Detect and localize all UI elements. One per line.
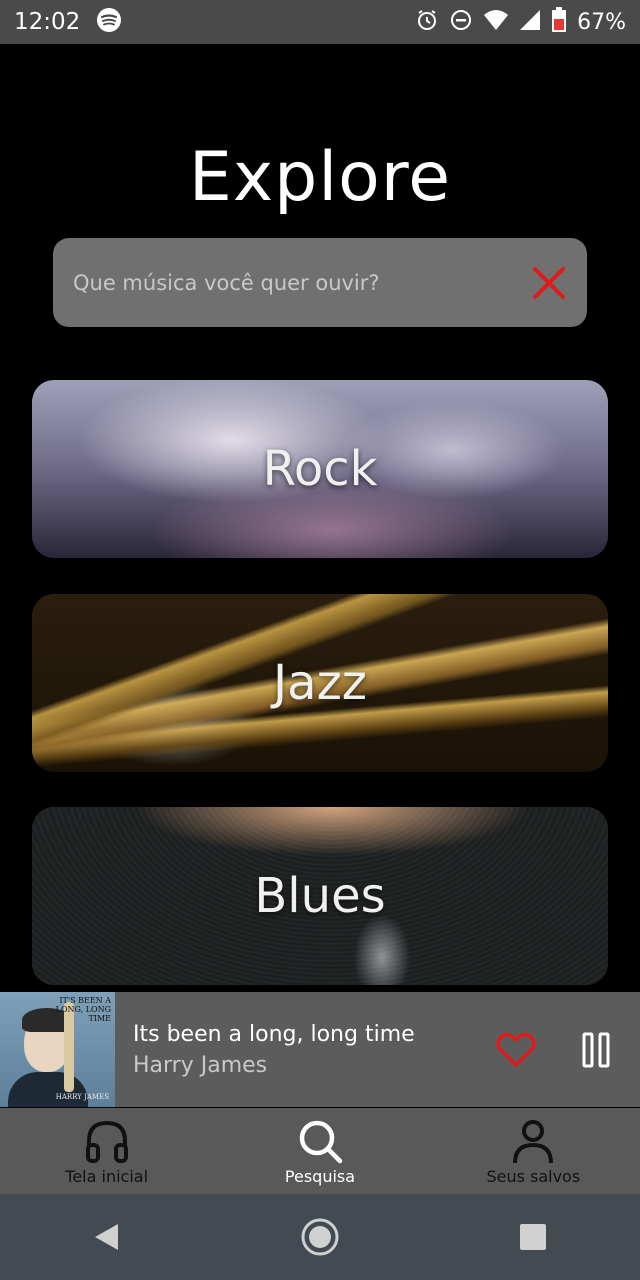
system-navigation-bar	[0, 1194, 640, 1280]
genre-label: Rock	[262, 441, 378, 497]
page-title: Explore	[188, 138, 452, 217]
alarm-icon	[415, 8, 439, 36]
signal-icon	[519, 9, 541, 35]
battery-icon	[551, 7, 567, 37]
battery-percent: 67%	[577, 9, 626, 35]
wifi-icon	[483, 9, 509, 35]
nav-label: Tela inicial	[65, 1166, 149, 1186]
user-icon	[513, 1119, 554, 1163]
favorite-button[interactable]	[486, 1020, 546, 1080]
nav-item-saved[interactable]: Seus salvos	[443, 1117, 623, 1186]
status-bar: 12:02 67%	[0, 0, 640, 44]
track-info: Its been a long, long time Harry James	[115, 1022, 486, 1078]
genre-card-jazz[interactable]: Jazz	[32, 594, 608, 772]
track-artist: Harry James	[133, 1052, 268, 1078]
spotify-icon	[96, 7, 122, 37]
recents-button[interactable]	[503, 1207, 563, 1267]
search-icon	[299, 1120, 343, 1163]
nav-item-search[interactable]: Pesquisa	[230, 1117, 410, 1186]
status-time: 12:02	[14, 9, 81, 35]
genre-label: Blues	[254, 868, 386, 924]
mini-player[interactable]: IT'S BEEN A LONG, LONG TIME HARRY JAMES …	[0, 992, 640, 1107]
headphones-icon	[85, 1120, 128, 1163]
home-icon	[301, 1218, 339, 1256]
album-cover-title: IT'S BEEN A LONG, LONG TIME	[55, 996, 111, 1023]
status-icons: 67%	[415, 7, 626, 37]
genre-card-blues[interactable]: Blues	[32, 807, 608, 985]
nav-item-home[interactable]: Tela inicial	[17, 1117, 197, 1186]
nav-label: Seus salvos	[486, 1166, 581, 1186]
recents-icon	[520, 1224, 547, 1250]
nav-label: Pesquisa	[284, 1166, 356, 1186]
track-title: Its been a long, long time	[133, 1021, 415, 1047]
home-button[interactable]	[290, 1207, 350, 1267]
bottom-navigation: Tela inicial Pesquisa Seus salvos	[0, 1108, 640, 1194]
genre-card-rock[interactable]: Rock	[32, 380, 608, 558]
heart-icon	[496, 1032, 536, 1067]
genre-label: Jazz	[273, 655, 367, 711]
pause-icon	[582, 1032, 610, 1067]
search-bar	[53, 238, 587, 327]
search-input[interactable]	[71, 269, 529, 296]
close-icon	[533, 266, 565, 299]
album-cover: IT'S BEEN A LONG, LONG TIME HARRY JAMES	[0, 992, 115, 1107]
back-button[interactable]	[77, 1207, 137, 1267]
clear-search-button[interactable]	[529, 263, 569, 303]
pause-button[interactable]	[566, 1020, 626, 1080]
back-icon	[94, 1224, 118, 1250]
album-cover-artist: HARRY JAMES	[55, 1093, 109, 1101]
do-not-disturb-icon	[449, 8, 473, 36]
